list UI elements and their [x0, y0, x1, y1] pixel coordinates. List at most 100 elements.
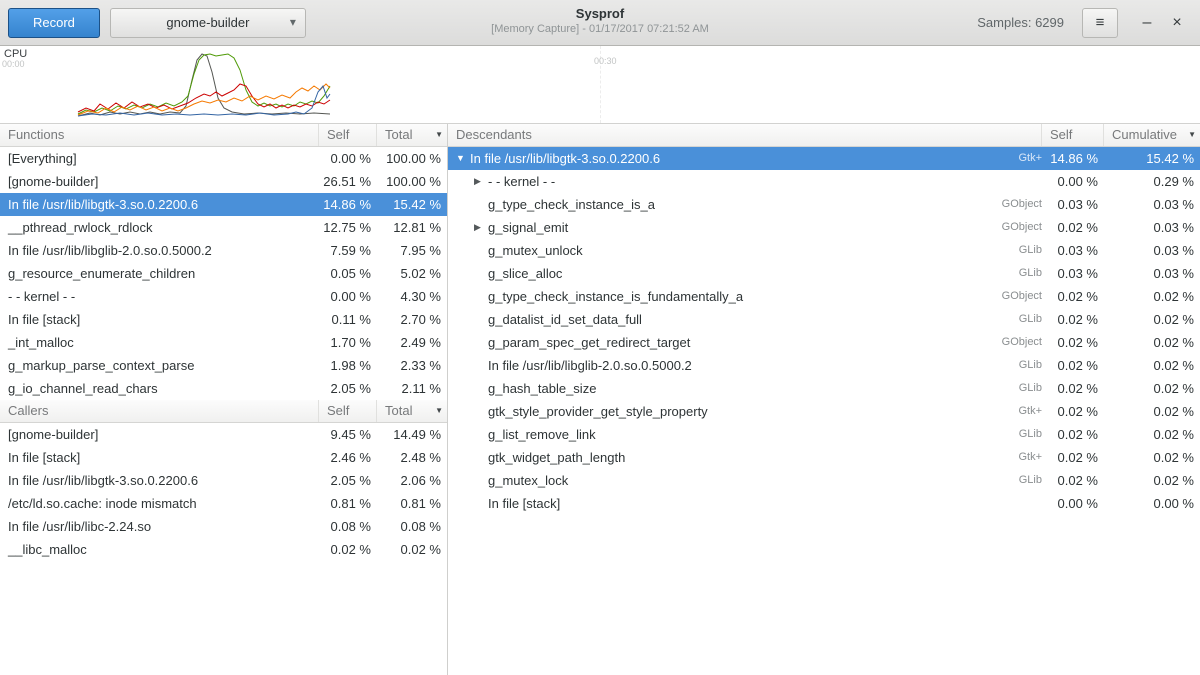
column-header-descendants[interactable]: Descendants — [448, 124, 1042, 146]
capture-subtitle: [Memory Capture] - 01/17/2017 07:21:52 A… — [491, 23, 709, 35]
function-name: g_list_remove_link — [488, 423, 596, 446]
table-row[interactable]: In file /usr/lib/libc-2.24.so0.08 %0.08 … — [0, 515, 447, 538]
callers-table-body: [gnome-builder]9.45 %14.49 %In file [sta… — [0, 423, 447, 561]
total-percent: 14.49 % — [377, 423, 447, 446]
function-name: g_mutex_lock — [488, 469, 568, 492]
column-header-self[interactable]: Self — [319, 124, 377, 146]
function-name: g_mutex_unlock — [488, 239, 583, 262]
table-row[interactable]: gtk_style_provider_get_style_propertyGtk… — [448, 400, 1200, 423]
function-name: [Everything] — [0, 147, 319, 170]
time-tick-start: 00:00 — [2, 59, 25, 69]
function-name-cell: g_mutex_unlock — [448, 239, 972, 262]
function-name: g_signal_emit — [488, 216, 568, 239]
table-row[interactable]: g_mutex_lockGLib0.02 %0.02 % — [448, 469, 1200, 492]
table-row[interactable]: g_param_spec_get_redirect_targetGObject0… — [448, 331, 1200, 354]
descendants-table-body: ▼In file /usr/lib/libgtk-3.so.0.2200.6Gt… — [448, 147, 1200, 515]
table-row[interactable]: __pthread_rwlock_rdlock12.75 %12.81 % — [0, 216, 447, 239]
self-percent: 0.03 % — [1042, 239, 1104, 262]
column-header-self[interactable]: Self — [1042, 124, 1104, 146]
headerbar-right: Samples: 6299 ≡ – × — [977, 8, 1192, 38]
table-row[interactable]: _int_malloc1.70 %2.49 % — [0, 331, 447, 354]
column-header-cumulative[interactable]: Cumulative ▼ — [1104, 124, 1200, 146]
table-row[interactable]: ▶- - kernel - -0.00 %0.29 % — [448, 170, 1200, 193]
cumulative-percent: 0.02 % — [1104, 285, 1200, 308]
library-badge: GLib — [972, 308, 1042, 331]
table-row[interactable]: In file /usr/lib/libglib-2.0.so.0.5000.2… — [0, 239, 447, 262]
samples-count: Samples: 6299 — [977, 15, 1064, 30]
table-row[interactable]: In file [stack]2.46 %2.48 % — [0, 446, 447, 469]
table-row[interactable]: ▶g_signal_emitGObject0.02 %0.03 % — [448, 216, 1200, 239]
table-row[interactable]: gtk_widget_path_lengthGtk+0.02 %0.02 % — [448, 446, 1200, 469]
cumulative-percent: 0.29 % — [1104, 170, 1200, 193]
table-row[interactable]: g_datalist_id_set_data_fullGLib0.02 %0.0… — [448, 308, 1200, 331]
function-name-cell: In file /usr/lib/libglib-2.0.so.0.5000.2 — [448, 354, 972, 377]
cumulative-percent: 0.03 % — [1104, 239, 1200, 262]
cumulative-percent: 0.03 % — [1104, 262, 1200, 285]
total-percent: 2.49 % — [377, 331, 447, 354]
total-percent: 100.00 % — [377, 170, 447, 193]
function-name-cell: In file [stack] — [448, 492, 972, 515]
column-header-functions[interactable]: Functions — [0, 124, 319, 146]
library-badge: GLib — [972, 423, 1042, 446]
table-row[interactable]: - - kernel - -0.00 %4.30 % — [0, 285, 447, 308]
self-percent: 0.02 % — [1042, 469, 1104, 492]
table-row[interactable]: g_markup_parse_context_parse1.98 %2.33 % — [0, 354, 447, 377]
table-row[interactable]: [gnome-builder]9.45 %14.49 % — [0, 423, 447, 446]
cpu-graph[interactable]: CPU 00:00 00:30 — [0, 46, 1200, 124]
table-row[interactable]: g_io_channel_read_chars2.05 %2.11 % — [0, 377, 447, 400]
table-row[interactable]: In file [stack]0.00 %0.00 % — [448, 492, 1200, 515]
expand-icon[interactable]: ▶ — [474, 170, 488, 193]
function-name-cell: ▶g_signal_emit — [448, 216, 972, 239]
table-row[interactable]: g_mutex_unlockGLib0.03 %0.03 % — [448, 239, 1200, 262]
table-row[interactable]: g_type_check_instance_is_aGObject0.03 %0… — [448, 193, 1200, 216]
function-name: g_type_check_instance_is_a — [488, 193, 655, 216]
column-header-total[interactable]: Total ▼ — [377, 124, 447, 146]
table-row[interactable]: [gnome-builder]26.51 %100.00 % — [0, 170, 447, 193]
self-percent: 2.05 % — [319, 377, 377, 400]
table-row[interactable]: In file /usr/lib/libgtk-3.so.0.2200.614.… — [0, 193, 447, 216]
record-button[interactable]: Record — [8, 8, 100, 38]
column-header-callers[interactable]: Callers — [0, 400, 319, 422]
table-row[interactable]: g_resource_enumerate_children0.05 %5.02 … — [0, 262, 447, 285]
total-percent: 100.00 % — [377, 147, 447, 170]
hamburger-menu-button[interactable]: ≡ — [1082, 8, 1118, 38]
expand-icon[interactable]: ▶ — [474, 216, 488, 239]
column-header-self[interactable]: Self — [319, 400, 377, 422]
function-name-cell: g_type_check_instance_is_a — [448, 193, 972, 216]
table-row[interactable]: __libc_malloc0.02 %0.02 % — [0, 538, 447, 561]
self-percent: 0.05 % — [319, 262, 377, 285]
function-name: In file /usr/lib/libgtk-3.so.0.2200.6 — [0, 193, 319, 216]
table-row[interactable]: In file /usr/lib/libgtk-3.so.0.2200.62.0… — [0, 469, 447, 492]
total-percent: 7.95 % — [377, 239, 447, 262]
sort-indicator-icon: ▼ — [435, 124, 447, 146]
minimize-button[interactable]: – — [1132, 8, 1162, 38]
left-pane: Functions Self Total ▼ [Everything]0.00 … — [0, 124, 448, 675]
collapse-icon[interactable]: ▼ — [456, 147, 470, 170]
function-name: In file [stack] — [0, 308, 319, 331]
sort-indicator-icon: ▼ — [435, 400, 447, 422]
table-row[interactable]: [Everything]0.00 %100.00 % — [0, 147, 447, 170]
close-button[interactable]: × — [1162, 8, 1192, 38]
headerbar: Record gnome-builder ▾ Sysprof [Memory C… — [0, 0, 1200, 46]
function-name-cell: g_slice_alloc — [448, 262, 972, 285]
table-row[interactable]: In file /usr/lib/libglib-2.0.so.0.5000.2… — [448, 354, 1200, 377]
callers-table-header: Callers Self Total ▼ — [0, 400, 447, 423]
table-row[interactable]: g_slice_allocGLib0.03 %0.03 % — [448, 262, 1200, 285]
column-header-total[interactable]: Total ▼ — [377, 400, 447, 422]
table-row[interactable]: g_list_remove_linkGLib0.02 %0.02 % — [448, 423, 1200, 446]
library-badge: Gtk+ — [972, 446, 1042, 469]
function-name: In file /usr/lib/libgtk-3.so.0.2200.6 — [0, 469, 319, 492]
cumulative-percent: 15.42 % — [1104, 147, 1200, 170]
table-row[interactable]: g_hash_table_sizeGLib0.02 %0.02 % — [448, 377, 1200, 400]
function-name-cell: g_datalist_id_set_data_full — [448, 308, 972, 331]
self-percent: 9.45 % — [319, 423, 377, 446]
self-percent: 0.02 % — [1042, 377, 1104, 400]
function-name: g_datalist_id_set_data_full — [488, 308, 642, 331]
total-percent: 5.02 % — [377, 262, 447, 285]
cumulative-percent: 0.02 % — [1104, 423, 1200, 446]
table-row[interactable]: /etc/ld.so.cache: inode mismatch0.81 %0.… — [0, 492, 447, 515]
table-row[interactable]: ▼In file /usr/lib/libgtk-3.so.0.2200.6Gt… — [448, 147, 1200, 170]
table-row[interactable]: g_type_check_instance_is_fundamentally_a… — [448, 285, 1200, 308]
table-row[interactable]: In file [stack]0.11 %2.70 % — [0, 308, 447, 331]
process-selector-dropdown[interactable]: gnome-builder ▾ — [110, 8, 306, 38]
